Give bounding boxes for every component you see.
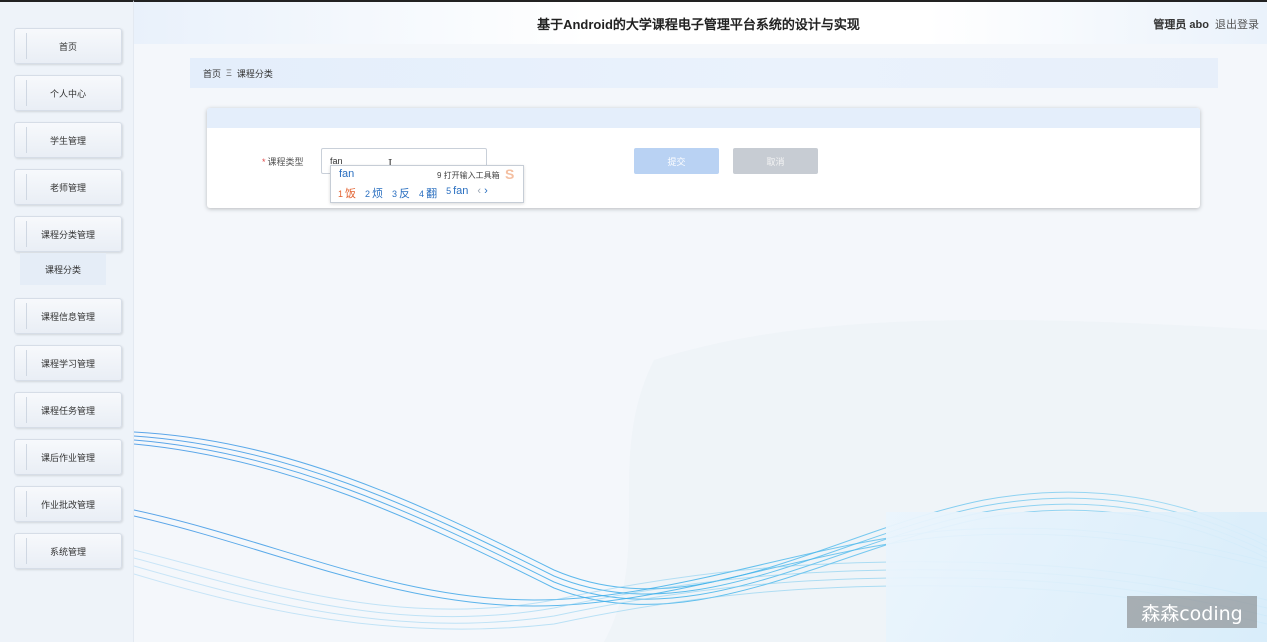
ime-candidate[interactable]: 4翻 (419, 185, 437, 201)
candidate-number: 4 (419, 189, 425, 199)
sidebar-item-label: 课程信息管理 (40, 311, 95, 322)
course-type-label-text: 课程类型 (267, 157, 304, 167)
sidebar-item-label: 系统管理 (49, 546, 86, 557)
logout-link[interactable]: 退出登录 (1215, 19, 1259, 31)
sidebar-item-home[interactable]: 首页 (14, 28, 122, 64)
ime-candidate[interactable]: 5 fan (446, 185, 468, 201)
sidebar: 首页 个人中心 学生管理 老师管理 课程分类管理 课程分类 课程信息管理 课程学… (0, 0, 134, 642)
watermark: 森森coding (1127, 596, 1257, 628)
ime-logo-icon: S (505, 166, 515, 182)
sidebar-item-label: 学生管理 (49, 135, 86, 146)
sidebar-item-personal-center[interactable]: 个人中心 (14, 75, 122, 111)
page-title: 基于Android的大学课程电子管理平台系统的设计与实现 (537, 17, 860, 32)
candidate-number: 2 (365, 189, 371, 199)
required-mark: * (262, 157, 266, 167)
breadcrumb-current: 课程分类 (236, 68, 273, 79)
divider (26, 491, 27, 517)
sidebar-item-label: 首页 (58, 41, 77, 52)
sidebar-item-label: 作业批改管理 (40, 499, 95, 510)
cancel-button[interactable]: 取消 (733, 148, 818, 174)
ime-candidate[interactable]: 1饭 (338, 185, 356, 201)
sidebar-subitem-course-category[interactable]: 课程分类 (20, 253, 106, 285)
chevron-right-icon[interactable]: › (484, 185, 488, 197)
sidebar-item-homework[interactable]: 课后作业管理 (14, 439, 122, 475)
sidebar-item-course-study[interactable]: 课程学习管理 (14, 345, 122, 381)
ime-candidate[interactable]: 2烦 (365, 185, 383, 201)
user-name: 管理员 abo (1153, 19, 1209, 31)
top-header: 基于Android的大学课程电子管理平台系统的设计与实现 管理员 abo 退出登录 (134, 0, 1267, 44)
sidebar-item-students[interactable]: 学生管理 (14, 122, 122, 158)
candidate-text: 烦 (372, 188, 384, 200)
sidebar-item-label: 课程分类管理 (40, 229, 95, 240)
divider (26, 127, 27, 153)
ime-composition: fan (339, 168, 355, 180)
candidate-text: 饭 (345, 188, 357, 200)
chevron-left-icon[interactable]: ‹ (477, 185, 481, 197)
candidate-text: fan (453, 185, 469, 197)
card-header (207, 108, 1200, 128)
divider (26, 80, 27, 106)
sidebar-item-label: 老师管理 (49, 182, 86, 193)
divider (26, 221, 27, 247)
divider (26, 397, 27, 423)
sidebar-item-course-category[interactable]: 课程分类管理 (14, 216, 122, 252)
candidate-text: 反 (399, 188, 411, 200)
ime-toolbox-link[interactable]: 9 打开输入工具箱 (437, 170, 500, 181)
sidebar-item-label: 课程学习管理 (40, 358, 95, 369)
course-type-label: * 课程类型 (262, 155, 304, 168)
ime-candidate-popup: fan 9 打开输入工具箱 S 1饭 2烦 3反 4翻 5 fan ‹ › (330, 165, 524, 203)
candidate-number: 1 (338, 189, 344, 199)
ime-candidate-list: 1饭 2烦 3反 4翻 5 fan ‹ › (338, 185, 488, 201)
sidebar-item-course-info[interactable]: 课程信息管理 (14, 298, 122, 334)
submit-button[interactable]: 提交 (634, 148, 719, 174)
divider (26, 303, 27, 329)
divider (26, 444, 27, 470)
sidebar-item-course-task[interactable]: 课程任务管理 (14, 392, 122, 428)
sidebar-item-label: 课程任务管理 (40, 405, 95, 416)
divider (26, 350, 27, 376)
ime-page-nav: ‹ › (477, 185, 487, 201)
sidebar-subitem-label: 课程分类 (44, 264, 81, 275)
divider (26, 33, 27, 59)
candidate-number: 5 (446, 186, 452, 196)
breadcrumb-separator-icon: Ξ (226, 68, 232, 78)
ime-candidate[interactable]: 3反 (392, 185, 410, 201)
divider (26, 174, 27, 200)
candidate-text: 翻 (426, 188, 438, 200)
breadcrumb-home[interactable]: 首页 (203, 67, 221, 80)
breadcrumb: 首页 Ξ 课程分类 (190, 58, 1218, 88)
user-area: 管理员 abo 退出登录 (1153, 16, 1259, 32)
candidate-number: 3 (392, 189, 398, 199)
sidebar-item-label: 课后作业管理 (40, 452, 95, 463)
sidebar-item-system[interactable]: 系统管理 (14, 533, 122, 569)
sidebar-item-label: 个人中心 (49, 88, 86, 99)
sidebar-item-grading[interactable]: 作业批改管理 (14, 486, 122, 522)
sidebar-item-teachers[interactable]: 老师管理 (14, 169, 122, 205)
divider (26, 538, 27, 564)
